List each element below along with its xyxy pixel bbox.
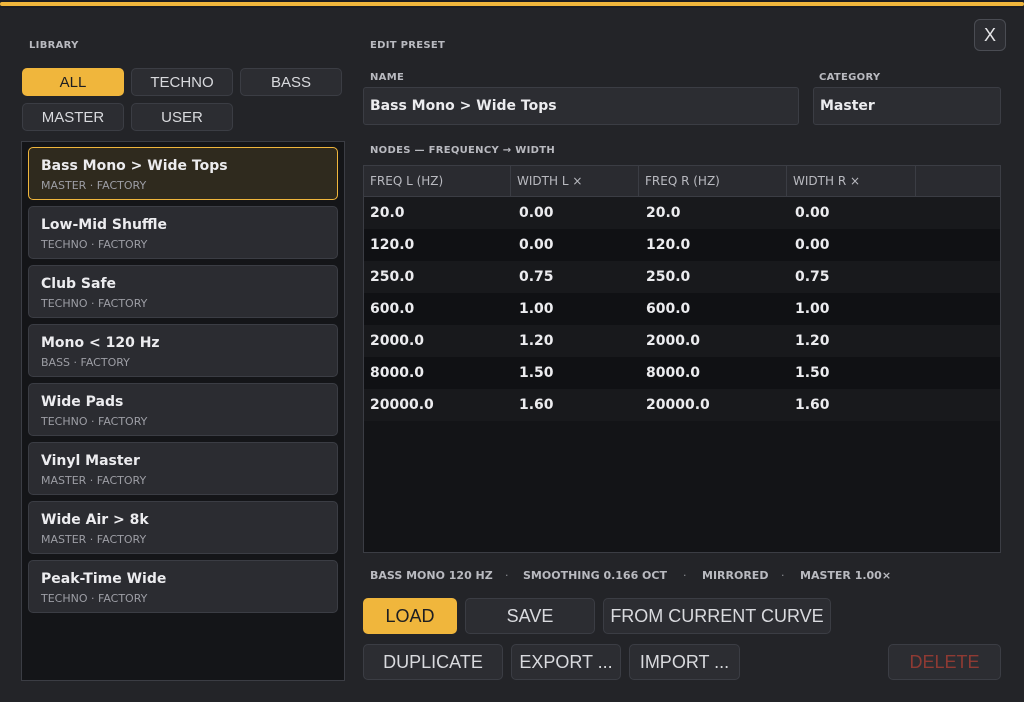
filter-master-button[interactable]: MASTER — [22, 103, 124, 131]
status-separator: · — [781, 569, 785, 582]
nodes-label: NODES — FREQUENCY → WIDTH — [370, 145, 556, 156]
preset-meta: TECHNO · FACTORY — [41, 297, 148, 310]
table-row[interactable]: 20.0 0.00 20.0 0.00 — [364, 197, 1000, 229]
table-cell[interactable]: 250.0 — [640, 261, 690, 293]
table-cell[interactable]: 1.00 — [513, 293, 554, 325]
preset-meta: MASTER · FACTORY — [41, 474, 147, 487]
table-cell[interactable]: 20.0 — [640, 197, 681, 229]
category-input[interactable] — [813, 87, 1001, 125]
table-cell[interactable]: 0.00 — [789, 197, 830, 229]
table-header: FREQ L (HZ) WIDTH L × FREQ R (HZ) WIDTH … — [364, 166, 1000, 197]
load-button[interactable]: LOAD — [363, 598, 457, 634]
import-button[interactable]: IMPORT ... — [629, 644, 740, 680]
preset-name: Mono < 120 Hz — [41, 335, 160, 351]
column-header: FREQ R (HZ) — [639, 166, 787, 196]
nodes-table: FREQ L (HZ) WIDTH L × FREQ R (HZ) WIDTH … — [363, 165, 1001, 553]
preset-list: Bass Mono > Wide Tops MASTER · FACTORY L… — [21, 141, 345, 681]
status-bass-mono: BASS MONO 120 HZ — [370, 569, 493, 582]
preset-item[interactable]: Wide Pads TECHNO · FACTORY — [28, 383, 338, 436]
category-label: CATEGORY — [819, 72, 881, 83]
table-cell[interactable]: 0.75 — [513, 261, 554, 293]
table-cell[interactable]: 600.0 — [640, 293, 690, 325]
table-cell[interactable]: 600.0 — [364, 293, 414, 325]
preset-item[interactable]: Low-Mid Shuffle TECHNO · FACTORY — [28, 206, 338, 259]
status-separator: · — [505, 569, 509, 582]
column-header: WIDTH R × — [787, 166, 916, 196]
table-cell[interactable]: 0.00 — [513, 229, 554, 261]
status-mirrored: MIRRORED — [702, 569, 769, 582]
column-header: FREQ L (HZ) — [364, 166, 511, 196]
table-row[interactable]: 600.0 1.00 600.0 1.00 — [364, 293, 1000, 325]
filter-bass-button[interactable]: BASS — [240, 68, 342, 96]
export-button[interactable]: EXPORT ... — [511, 644, 621, 680]
table-cell[interactable]: 0.00 — [513, 197, 554, 229]
from-current-curve-button[interactable]: FROM CURRENT CURVE — [603, 598, 831, 634]
accent-stripe — [0, 2, 1024, 6]
table-cell[interactable]: 20000.0 — [640, 389, 710, 421]
preset-name: Peak-Time Wide — [41, 571, 167, 587]
filter-all-button[interactable]: ALL — [22, 68, 124, 96]
preset-name: Vinyl Master — [41, 453, 140, 469]
preset-meta: TECHNO · FACTORY — [41, 592, 148, 605]
table-cell[interactable]: 2000.0 — [640, 325, 700, 357]
preset-meta: MASTER · FACTORY — [41, 533, 147, 546]
table-row[interactable]: 2000.0 1.20 2000.0 1.20 — [364, 325, 1000, 357]
preset-name: Bass Mono > Wide Tops — [41, 158, 228, 174]
table-cell[interactable]: 120.0 — [364, 229, 414, 261]
table-row[interactable]: 8000.0 1.50 8000.0 1.50 — [364, 357, 1000, 389]
library-label: LIBRARY — [29, 40, 79, 51]
close-icon: X — [983, 24, 996, 45]
table-cell[interactable]: 1.20 — [789, 325, 830, 357]
table-cell[interactable]: 0.00 — [789, 229, 830, 261]
table-cell[interactable]: 8000.0 — [640, 357, 700, 389]
table-cell[interactable]: 1.00 — [789, 293, 830, 325]
preset-meta: TECHNO · FACTORY — [41, 415, 148, 428]
status-master-gain: MASTER 1.00× — [800, 569, 892, 582]
name-label: NAME — [370, 72, 405, 83]
delete-button[interactable]: DELETE — [888, 644, 1001, 680]
table-row[interactable]: 250.0 0.75 250.0 0.75 — [364, 261, 1000, 293]
preset-item-selected[interactable]: Bass Mono > Wide Tops MASTER · FACTORY — [28, 147, 338, 200]
table-cell[interactable]: 250.0 — [364, 261, 414, 293]
table-cell[interactable]: 20000.0 — [364, 389, 434, 421]
filter-techno-button[interactable]: TECHNO — [131, 68, 233, 96]
table-cell[interactable]: 1.20 — [513, 325, 554, 357]
table-row[interactable]: 20000.0 1.60 20000.0 1.60 — [364, 389, 1000, 421]
table-cell[interactable]: 1.60 — [789, 389, 830, 421]
preset-meta: MASTER · FACTORY — [41, 179, 147, 192]
table-cell[interactable]: 1.60 — [513, 389, 554, 421]
preset-item[interactable]: Peak-Time Wide TECHNO · FACTORY — [28, 560, 338, 613]
column-header: WIDTH L × — [511, 166, 639, 196]
preset-item[interactable]: Wide Air > 8k MASTER · FACTORY — [28, 501, 338, 554]
duplicate-button[interactable]: DUPLICATE — [363, 644, 503, 680]
table-cell[interactable]: 2000.0 — [364, 325, 424, 357]
preset-meta: BASS · FACTORY — [41, 356, 130, 369]
preset-item[interactable]: Vinyl Master MASTER · FACTORY — [28, 442, 338, 495]
table-cell[interactable]: 1.50 — [513, 357, 554, 389]
filter-user-button[interactable]: USER — [131, 103, 233, 131]
status-smoothing: SMOOTHING 0.166 OCT — [523, 569, 667, 582]
preset-name-input[interactable] — [363, 87, 799, 125]
save-button[interactable]: SAVE — [465, 598, 595, 634]
column-header-spacer — [916, 166, 1000, 196]
preset-item[interactable]: Mono < 120 Hz BASS · FACTORY — [28, 324, 338, 377]
table-cell[interactable]: 1.50 — [789, 357, 830, 389]
table-cell[interactable]: 0.75 — [789, 261, 830, 293]
table-cell[interactable]: 20.0 — [364, 197, 405, 229]
top-accent-bar — [0, 0, 1024, 8]
close-button[interactable]: X — [974, 19, 1006, 51]
status-separator: · — [683, 569, 687, 582]
table-cell[interactable]: 8000.0 — [364, 357, 424, 389]
table-row[interactable]: 120.0 0.00 120.0 0.00 — [364, 229, 1000, 261]
edit-preset-label: EDIT PRESET — [370, 40, 446, 51]
preset-name: Wide Air > 8k — [41, 512, 149, 528]
preset-name: Wide Pads — [41, 394, 124, 410]
preset-item[interactable]: Club Safe TECHNO · FACTORY — [28, 265, 338, 318]
preset-name: Club Safe — [41, 276, 117, 292]
table-cell[interactable]: 120.0 — [640, 229, 690, 261]
preset-meta: TECHNO · FACTORY — [41, 238, 148, 251]
preset-name: Low-Mid Shuffle — [41, 217, 168, 233]
